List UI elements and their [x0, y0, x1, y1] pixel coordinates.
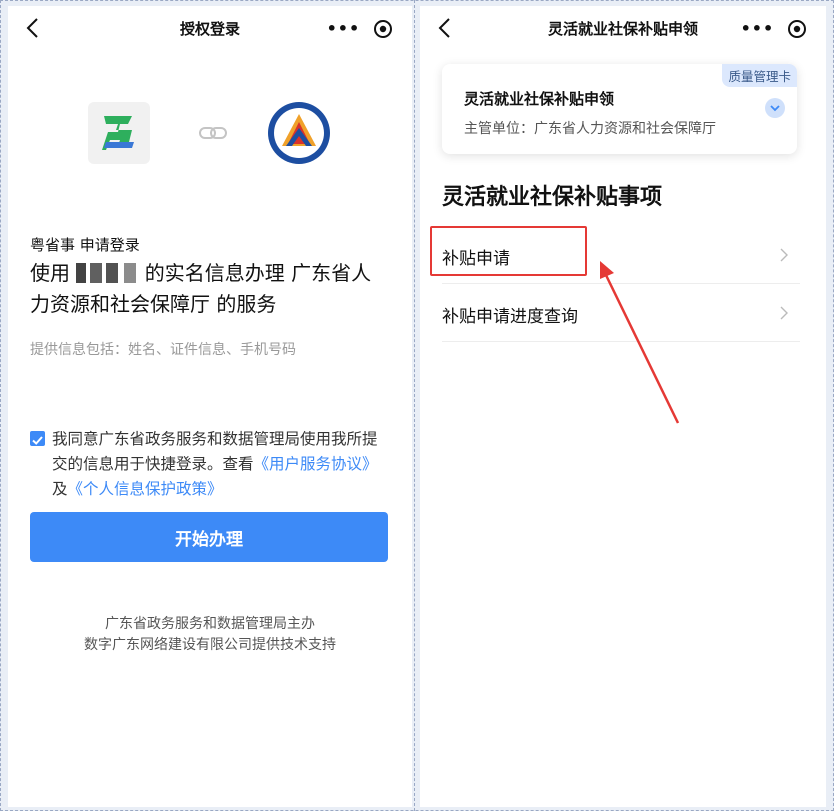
quality-tag: 质量管理卡 [722, 64, 797, 87]
footer-support: 数字广东网络建设有限公司提供技术支持 [84, 637, 336, 653]
agreement-block: 我同意广东省政务服务和数据管理局使用我所提交的信息用于快捷登录。查看《用户服务协… [30, 427, 390, 502]
mini-program-capsule: ••• [734, 14, 814, 44]
chevron-right-icon [780, 248, 788, 262]
panel-divider [414, 0, 415, 811]
expand-button[interactable] [765, 98, 785, 118]
link-icon [199, 127, 227, 139]
service-card: 质量管理卡 灵活就业社保补贴申领 主管单位：广东省人力资源和社会保障厅 [442, 64, 797, 154]
navbar: 授权登录 ••• [8, 6, 412, 50]
auth-request-label: 粤省事 申请登录 [30, 236, 140, 254]
footer: 广东省政务服务和数据管理局主办 数字广东网络建设有限公司提供技术支持 [8, 614, 412, 656]
footer-host: 广东省政务服务和数据管理局主办 [105, 616, 315, 632]
card-department: 主管单位：广东省人力资源和社会保障厅 [464, 121, 716, 137]
chevron-down-icon [770, 105, 780, 112]
mini-program-capsule: ••• [320, 14, 400, 44]
close-target-icon[interactable] [787, 19, 807, 39]
menu-item-label: 补贴申请进度查询 [442, 307, 578, 327]
provided-info-text: 提供信息包括：姓名、证件信息、手机号码 [30, 342, 296, 358]
masked-username [76, 263, 139, 283]
annotation-arrow-icon [600, 261, 680, 424]
subsidy-panel: 灵活就业社保补贴申领 ••• 质量管理卡 灵活就业社保补贴申领 主管单位：广东省… [420, 6, 826, 807]
card-title: 灵活就业社保补贴申领 [464, 90, 615, 108]
start-button[interactable]: 开始办理 [30, 512, 388, 562]
privacy-policy-link[interactable]: 《个人信息保护政策》 [68, 480, 223, 498]
auth-login-panel: 授权登录 ••• 粤省事 申请登录 使用 的实名信息办理 广东省人力资源和社会保… [8, 6, 412, 807]
auth-description: 使用 的实名信息办理 广东省人力资源和社会保障厅 的服务 [30, 258, 390, 320]
hr-social-security-emblem [268, 102, 330, 164]
more-icon[interactable]: ••• [327, 21, 361, 37]
chevron-right-icon [780, 306, 788, 320]
section-title: 灵活就业社保补贴事项 [442, 185, 663, 210]
menu-item-label: 补贴申请 [442, 249, 510, 269]
more-icon[interactable]: ••• [741, 21, 775, 37]
agree-checkbox[interactable] [30, 431, 45, 446]
logo-row [88, 102, 338, 164]
checkmark-icon [32, 436, 43, 445]
auth-prefix: 使用 [30, 261, 70, 285]
user-service-agreement-link[interactable]: 《用户服务协议》 [254, 455, 378, 473]
yueshengshi-logo [88, 102, 150, 164]
agreement-and: 及 [52, 480, 68, 498]
navbar: 灵活就业社保补贴申领 ••• [420, 6, 826, 50]
close-target-icon[interactable] [373, 19, 393, 39]
